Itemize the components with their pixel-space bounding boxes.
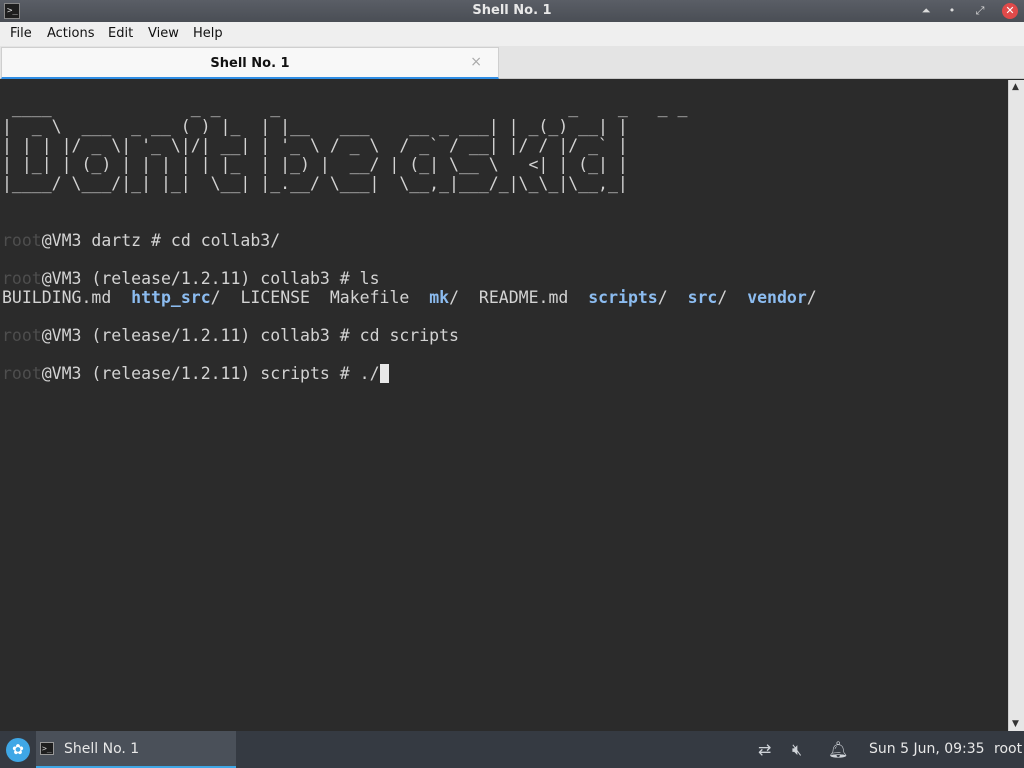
terminal-scrollbar[interactable]: ▲ ▼ [1008,80,1024,731]
menu-view[interactable]: View [148,26,179,41]
command-text: cd scripts [359,326,459,345]
ls-dir-slash: / [449,288,460,307]
ls-file: Makefile [329,288,410,307]
terminal-text: ____ _ _ _ _ _ _ _ | _ \ ___ _ __ ( ) |_… [2,98,817,383]
taskbar: ✿ >_ Shell No. 1 ⇄ 🔇︎ 🔔︎ Sun 5 Jun, 09:3… [0,731,1024,768]
tab-bar: Shell No. 1 × [0,46,1024,79]
prompt-host: @VM3 dartz # [41,231,171,250]
clock[interactable]: Sun 5 Jun, 09:35 [869,741,985,757]
close-window-icon[interactable]: ✕ [1002,3,1018,19]
ascii-banner-line: | _ \ ___ _ __ ( ) |_ | |__ ___ __ _ ___… [2,117,628,136]
menu-bar: File Actions Edit View Help [0,22,1024,46]
prompt-user: root [2,326,42,345]
user-name[interactable]: root [994,741,1022,757]
notification-bell-icon[interactable]: 🔔︎ [828,740,848,759]
ls-dir-slash: / [717,288,728,307]
taskbar-item-label: Shell No. 1 [64,741,140,757]
text-cursor [379,364,390,383]
ls-directory: src [687,288,718,307]
ls-directory: mk [429,288,450,307]
prompt-user: root [2,364,42,383]
ls-file: BUILDING.md [2,288,112,307]
scroll-up-icon[interactable]: ▲ [1012,82,1019,92]
network-disconnected-icon[interactable]: ⇄ [758,740,771,759]
ls-output-line: BUILDING.md http_src/ LICENSE Makefile m… [2,288,817,307]
taskbar-item-shell[interactable]: >_ Shell No. 1 [36,731,236,768]
ls-directory: http_src [131,288,211,307]
window-title: Shell No. 1 [472,3,552,18]
prompt-host: @VM3 (release/1.2.11) collab3 # [41,326,360,345]
prompt-user: root [2,231,42,250]
window-titlebar[interactable]: >_ Shell No. 1 ⏶ • ⤢ ✕ [0,0,1024,22]
tab-shell-1[interactable]: Shell No. 1 × [1,47,499,79]
tab-close-icon[interactable]: × [470,54,482,70]
ascii-banner-line: | | | |/ _ \| '_ \|/| __| | '_ \ / _ \ /… [2,136,628,155]
ls-file: README.md [478,288,569,307]
command-input[interactable]: ./ [360,364,380,383]
shade-window-icon[interactable]: ⏶ [918,3,934,19]
volume-muted-icon[interactable]: 🔇︎ [792,740,802,760]
ascii-banner-line: ____ _ _ _ _ _ _ _ [2,98,698,117]
scroll-down-icon[interactable]: ▼ [1012,719,1019,729]
ls-dir-slash: / [210,288,221,307]
minimize-window-icon[interactable]: • [944,3,960,19]
ls-directory: scripts [588,288,658,307]
ls-dir-slash: / [657,288,668,307]
terminal-task-icon: >_ [40,742,54,755]
menu-edit[interactable]: Edit [108,26,133,41]
prompt-host: @VM3 (release/1.2.11) scripts # [41,364,360,383]
menu-file[interactable]: File [10,26,32,41]
ls-file: LICENSE [240,288,310,307]
prompt-user: root [2,269,42,288]
command-text: cd collab3/ [170,231,281,250]
ascii-banner-line: |____/ \___/|_| |_| \__| |_.__/ \___| \_… [2,174,628,193]
menu-actions[interactable]: Actions [47,26,95,41]
ls-dir-slash: / [806,288,817,307]
tab-label: Shell No. 1 [210,56,290,71]
ascii-banner-line: | |_| | (_) | | | | | |_ | |_) | __/ | (… [2,155,628,174]
ls-directory: vendor [747,288,807,307]
terminal-output[interactable]: ____ _ _ _ _ _ _ _ | _ \ ___ _ __ ( ) |_… [0,80,1008,731]
command-text: ls [359,269,380,288]
menu-help[interactable]: Help [193,26,223,41]
maximize-window-icon[interactable]: ⤢ [972,3,988,19]
application-launcher-icon[interactable]: ✿ [6,738,30,762]
prompt-host: @VM3 (release/1.2.11) collab3 # [41,269,360,288]
